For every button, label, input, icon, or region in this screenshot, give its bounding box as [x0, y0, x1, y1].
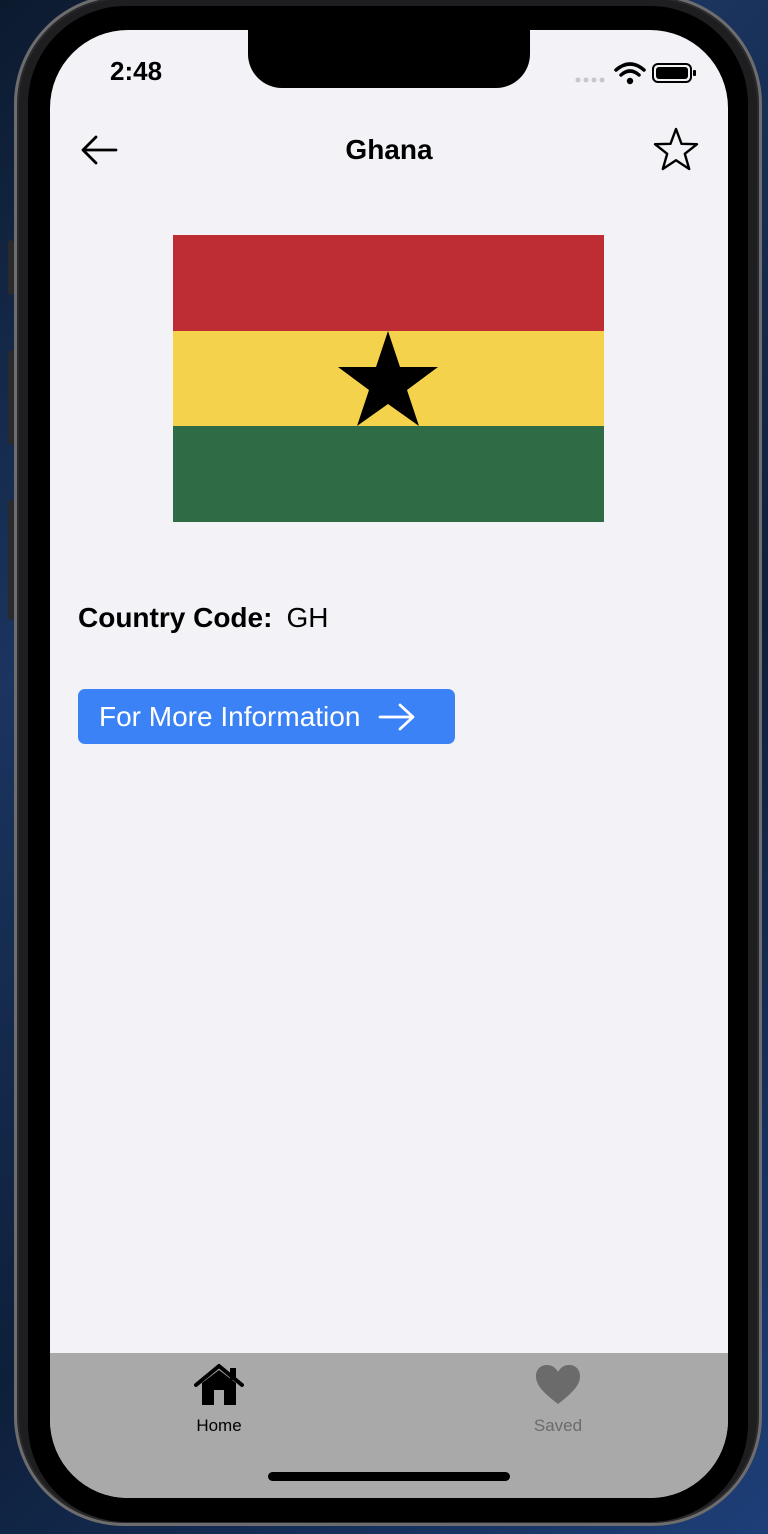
flag-band-green [173, 426, 604, 522]
more-information-label: For More Information [99, 700, 361, 732]
tab-saved-label: Saved [533, 1416, 583, 1435]
screen: 2:48 Ghana Country Code: GH For More Inf… [50, 30, 728, 1498]
heart-icon [536, 1365, 580, 1404]
star-outline-icon[interactable] [652, 126, 700, 174]
tab-home[interactable]: Home [159, 1363, 279, 1443]
page-title: Ghana [345, 134, 433, 165]
battery-icon [652, 63, 696, 83]
flag-star-icon [338, 331, 438, 426]
side-button [8, 350, 14, 445]
tab-home-label: Home [196, 1416, 242, 1435]
tab-saved[interactable]: Saved [498, 1363, 618, 1443]
home-icon [194, 1364, 244, 1405]
more-information-button[interactable]: For More Information [78, 689, 455, 744]
arrow-right-icon [379, 703, 415, 730]
status-time: 2:48 [110, 56, 163, 86]
side-button [8, 240, 14, 295]
status-icons [575, 62, 696, 85]
signal-dots-icon [575, 77, 605, 83]
country-code-value: GH [286, 602, 329, 633]
notch [248, 30, 530, 88]
country-code-label: Country Code: [78, 602, 273, 633]
side-button [8, 500, 14, 620]
flag-image [173, 235, 604, 522]
home-indicator [268, 1472, 510, 1481]
wifi-icon [614, 62, 646, 85]
country-code-row: Country Code: GH [78, 602, 328, 634]
flag-band-red [173, 235, 604, 331]
